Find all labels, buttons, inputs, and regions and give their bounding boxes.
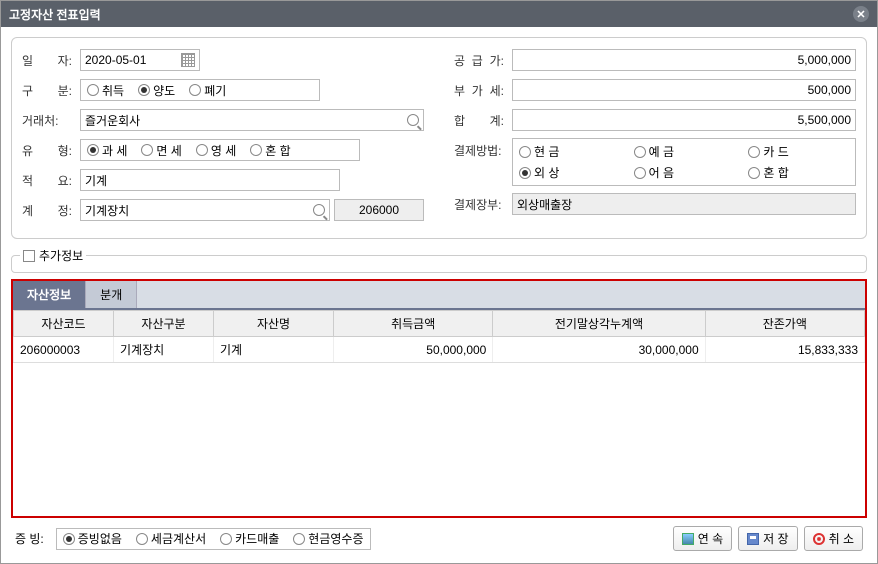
supply-input[interactable]: 5,000,000 [512,49,856,71]
ev-opt-card[interactable]: 카드매출 [220,530,279,547]
tab-asset-info[interactable]: 자산정보 [13,281,86,308]
footer: 증 빙: 증빙없음 세금계산서 카드매출 현금영수증 연 속 저 장 취 소 [11,518,867,553]
pay-opt-note[interactable]: 어 음 [634,164,735,181]
window-title: 고정자산 전표입력 [9,6,101,23]
extra-toggle[interactable]: 추가정보 [20,247,86,264]
col-rem: 잔존가액 [705,311,864,337]
paybook-label: 결제장부: [454,196,504,213]
acct-name-input[interactable]: 기계장치 [80,199,330,221]
type-opt-taxed[interactable]: 과 세 [87,142,127,159]
cell-kind: 기계장치 [114,337,214,363]
tab-journal[interactable]: 분개 [86,281,137,308]
search-icon[interactable] [407,114,419,126]
pay-opt-deposit[interactable]: 예 금 [634,143,735,160]
paymethod-label: 결제방법: [454,138,504,159]
paybook-value: 외상매출장 [512,193,856,215]
pay-opt-credit[interactable]: 외 상 [519,164,620,181]
vat-label: 부 가 세: [454,82,504,99]
form-area: 일 자: 2020-05-01 구 분: 취득 양도 폐기 거래처: [11,37,867,239]
total-input[interactable]: 5,500,000 [512,109,856,131]
tabbar: 자산정보 분개 [13,281,865,310]
pay-opt-cash[interactable]: 현 금 [519,143,620,160]
date-label: 일 자: [22,52,72,69]
calendar-icon[interactable] [181,53,195,67]
cancel-button[interactable]: 취 소 [804,526,863,551]
pay-opt-mixed[interactable]: 혼 합 [748,164,849,181]
evidence-group: 증빙없음 세금계산서 카드매출 현금영수증 [56,528,371,550]
extra-fieldset: 추가정보 [11,247,867,273]
memo-value: 기계 [85,172,107,189]
type-radio-group: 과 세 면 세 영 세 혼 합 [80,139,360,161]
col-kind: 자산구분 [114,311,214,337]
class-opt-discard[interactable]: 폐기 [189,82,226,99]
supply-label: 공 급 가: [454,52,504,69]
date-value: 2020-05-01 [85,53,146,67]
cell-name: 기계 [214,337,334,363]
vat-input[interactable]: 500,000 [512,79,856,101]
vendor-value: 즐거운회사 [85,112,140,129]
acct-code: 206000 [334,199,424,221]
continue-button[interactable]: 연 속 [673,526,732,551]
save-button[interactable]: 저 장 [738,526,797,551]
acct-name-value: 기계장치 [85,202,129,219]
save-icon [747,533,759,545]
ev-opt-tax[interactable]: 세금계산서 [136,530,206,547]
memo-input[interactable]: 기계 [80,169,340,191]
table-row[interactable]: 206000003 기계장치 기계 50,000,000 30,000,000 … [14,337,865,363]
search-icon[interactable] [313,204,325,216]
memo-label: 적 요: [22,172,72,189]
ev-opt-none[interactable]: 증빙없음 [63,530,122,547]
type-label: 유 형: [22,142,72,159]
cell-rem: 15,833,333 [705,337,864,363]
cancel-icon [813,533,825,545]
asset-grid: 자산코드 자산구분 자산명 취득금액 전기말상각누계액 잔존가액 2060000… [13,310,865,516]
cell-dep: 30,000,000 [493,337,705,363]
table-header-row: 자산코드 자산구분 자산명 취득금액 전기말상각누계액 잔존가액 [14,311,865,337]
col-name: 자산명 [214,311,334,337]
paymethod-group: 현 금 예 금 카 드 외 상 어 음 혼 합 [512,138,856,186]
ev-opt-cash[interactable]: 현금영수증 [293,530,363,547]
checkbox-icon[interactable] [23,250,35,262]
vendor-input[interactable]: 즐거운회사 [80,109,424,131]
type-opt-zero[interactable]: 영 세 [196,142,236,159]
class-radio-group: 취득 양도 폐기 [80,79,320,101]
asset-tabs-panel: 자산정보 분개 자산코드 자산구분 자산명 취득금액 전기말상각누계액 잔존가액 [11,279,867,518]
acct-label: 계 정: [22,202,72,219]
pay-opt-card[interactable]: 카 드 [748,143,849,160]
class-opt-transfer[interactable]: 양도 [138,82,175,99]
cell-code: 206000003 [14,337,114,363]
continue-icon [682,533,694,545]
type-opt-mixed[interactable]: 혼 합 [250,142,290,159]
col-acq: 취득금액 [334,311,493,337]
titlebar: 고정자산 전표입력 ✕ [1,1,877,27]
vendor-label: 거래처: [22,112,72,129]
evidence-label: 증 빙: [15,530,44,547]
col-code: 자산코드 [14,311,114,337]
cell-acq: 50,000,000 [334,337,493,363]
close-icon[interactable]: ✕ [853,6,869,22]
col-dep: 전기말상각누계액 [493,311,705,337]
type-opt-exempt[interactable]: 면 세 [141,142,181,159]
date-input[interactable]: 2020-05-01 [80,49,200,71]
class-opt-acquire[interactable]: 취득 [87,82,124,99]
class-label: 구 분: [22,82,72,99]
total-label: 합 계: [454,112,504,129]
